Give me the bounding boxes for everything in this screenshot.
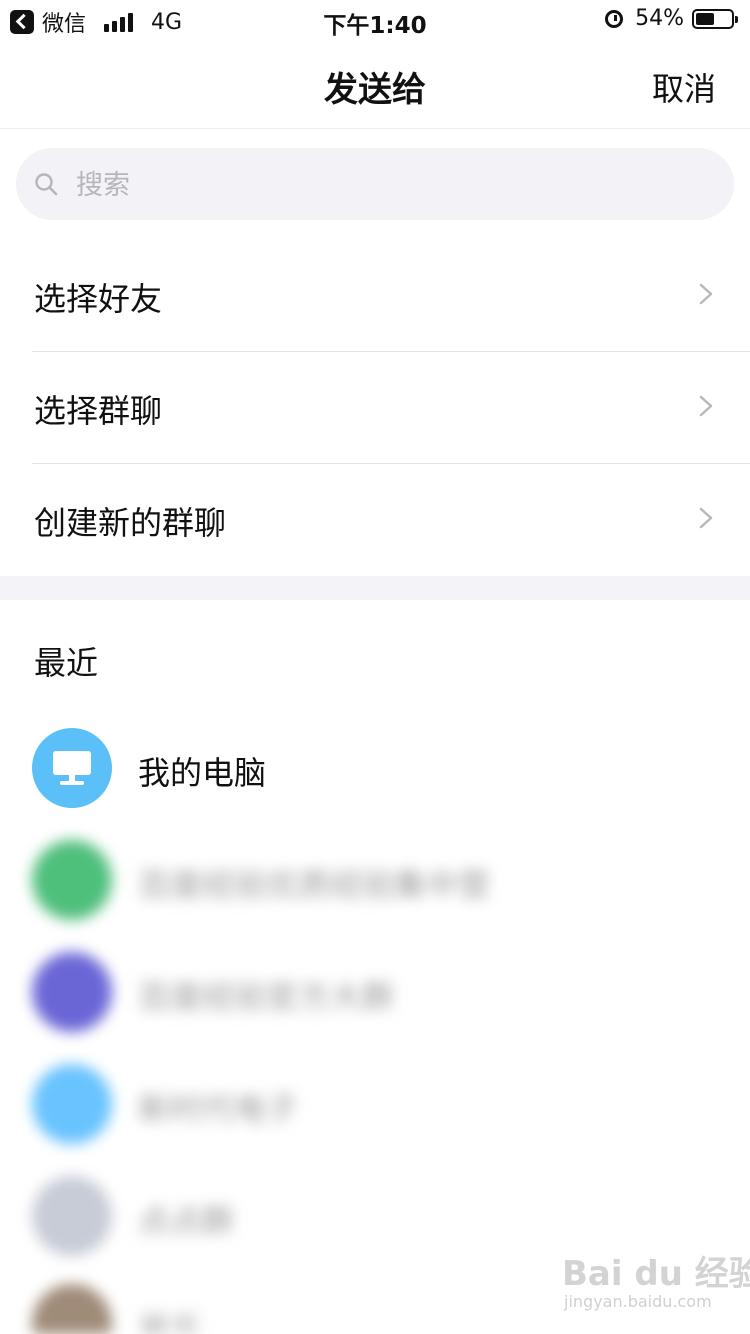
avatar [32,840,112,920]
recent-section-title: 最近 [34,644,99,682]
status-bar-right: 54% [605,6,738,31]
alarm-icon [605,9,624,28]
battery-level [696,12,714,25]
select-friends-item[interactable]: 选择好友 [0,240,750,352]
contact-name: 百度经验官方大群 [138,978,395,1016]
section-separator [0,576,750,600]
create-group-chat-item[interactable]: 创建新的群聊 [0,464,750,576]
cancel-button[interactable]: 取消 [652,64,716,110]
avatar [32,1284,112,1334]
search-bar[interactable] [16,148,734,220]
select-group-chat-label: 选择群聊 [34,392,163,430]
monitor-icon [53,751,91,785]
contact-my-computer[interactable]: 我的电脑 [32,728,750,824]
avatar [32,728,112,808]
contact-name: 百度经验优质经验集中营 [138,866,491,904]
chevron-right-icon [699,283,713,305]
create-group-chat-label: 创建新的群聊 [34,504,227,542]
battery-icon [692,8,738,29]
avatar [32,1176,112,1256]
avatar [32,1064,112,1144]
contact-name: 点点群 [138,1202,235,1240]
nav-bar: 发送给 取消 [0,40,750,129]
battery-percent: 54% [635,6,684,31]
baidu-watermark: Bai du 经验 jingyan.baidu.com [562,1246,750,1316]
contact-item[interactable]: 百度经验官方大群 [32,952,750,1048]
contact-item[interactable]: 新时代电子 [32,1064,750,1160]
avatar [32,952,112,1032]
status-bar: 微信 4G 下午1:40 54% [0,0,750,40]
search-input[interactable] [74,162,678,208]
page-title: 发送给 [324,70,426,110]
search-icon [35,173,58,196]
watermark-text: Bai du 经验 [562,1254,750,1294]
contact-name: 新时代电子 [138,1090,299,1128]
select-friends-label: 选择好友 [34,280,163,318]
select-group-chat-item[interactable]: 选择群聊 [0,352,750,464]
chevron-right-icon [699,507,713,529]
contact-name: 我的电脑 [138,754,267,792]
contact-name: 易乐 [138,1310,203,1334]
contact-item[interactable]: 百度经验优质经验集中营 [32,840,750,936]
watermark-url: jingyan.baidu.com [564,1292,712,1311]
chevron-right-icon [699,395,713,417]
